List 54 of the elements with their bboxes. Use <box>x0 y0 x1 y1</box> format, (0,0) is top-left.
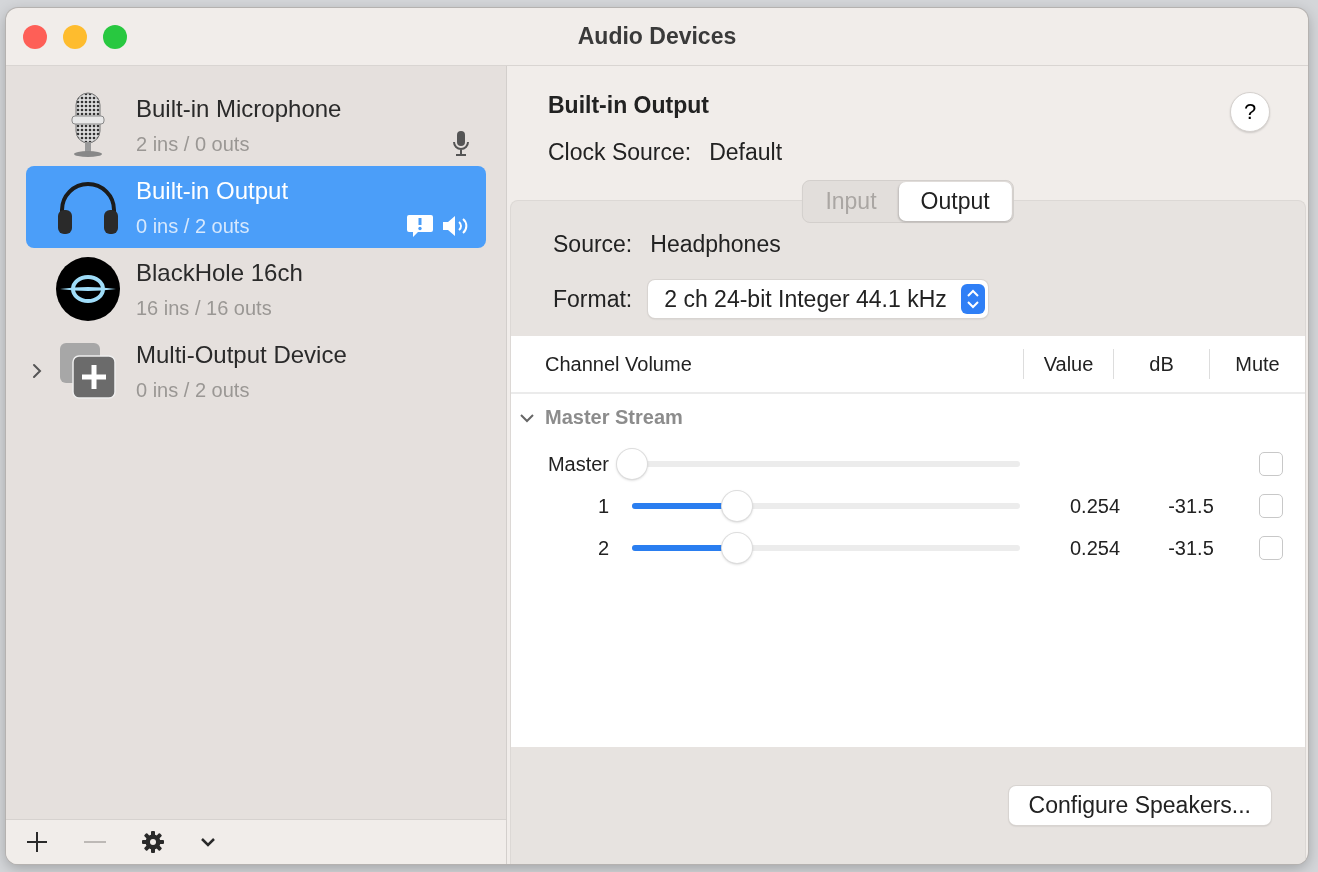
channel-label: 2 <box>596 536 609 560</box>
column-header: Value <box>1043 352 1094 376</box>
disclosure-icon[interactable] <box>31 362 43 380</box>
help-button[interactable]: ? <box>1230 92 1270 132</box>
chevron-down-icon[interactable] <box>200 837 216 847</box>
settings-icon[interactable] <box>142 831 164 853</box>
mute-checkbox[interactable] <box>1259 536 1283 560</box>
device-title: Built-in Output <box>548 92 710 119</box>
close-button[interactable] <box>23 24 47 49</box>
source-value: Headphones <box>650 231 781 258</box>
alert-bubble-icon <box>406 214 434 238</box>
speaker-icon <box>442 215 470 237</box>
channel-label: Master <box>546 452 609 476</box>
format-label: Format: <box>553 285 633 313</box>
mute-checkbox[interactable] <box>1259 494 1283 518</box>
clock-source-value: Default <box>709 139 783 166</box>
channel-db: -31.5 <box>1168 536 1214 559</box>
column-header: Mute <box>1235 352 1280 376</box>
clock-source-label: Clock Source: <box>548 139 692 166</box>
channel-label: 1 <box>596 494 609 518</box>
device-item[interactable]: Multi-Output Device 0 ins / 2 outs <box>26 330 486 412</box>
device-item[interactable]: BlackHole 16ch 16 ins / 16 outs <box>26 248 486 330</box>
stepper-icon <box>960 284 985 314</box>
channel-db: -31.5 <box>1168 494 1214 517</box>
window-title: Audio Devices <box>577 23 737 50</box>
ringed-orb-icon <box>56 257 120 321</box>
multi-device-icon <box>60 343 116 399</box>
add-icon[interactable] <box>26 831 48 853</box>
column-header: Channel Volume <box>545 352 692 376</box>
column-header: dB <box>1149 352 1174 376</box>
device-io-count: 0 ins / 2 outs <box>136 214 251 238</box>
device-item[interactable]: Built-in Microphone 2 ins / 0 outs <box>26 84 486 166</box>
mute-checkbox[interactable] <box>1259 452 1283 476</box>
format-popup[interactable]: 2 ch 24-bit Integer 44.1 kHz <box>648 280 988 318</box>
device-io-count: 2 ins / 0 outs <box>136 132 251 156</box>
minimize-button[interactable] <box>63 24 87 49</box>
group-title: Master Stream <box>545 406 683 429</box>
source-label: Source: <box>553 231 633 258</box>
device-name: Built-in Microphone <box>136 94 343 123</box>
zoom-button[interactable] <box>103 24 127 49</box>
device-io-count: 16 ins / 16 outs <box>136 296 273 320</box>
tab[interactable]: Output <box>898 182 1012 221</box>
slider-thumb[interactable] <box>617 449 647 479</box>
microphone-icon <box>452 130 470 156</box>
channel-value: 0.254 <box>1069 494 1121 517</box>
device-name: Built-in Output <box>136 176 290 205</box>
device-name: Multi-Output Device <box>136 340 348 369</box>
device-name: BlackHole 16ch <box>136 258 304 287</box>
device-io-count: 0 ins / 2 outs <box>136 378 251 402</box>
channel-value: 0.254 <box>1069 536 1121 559</box>
configure-speakers-button[interactable]: Configure Speakers... <box>1008 786 1271 825</box>
slider-thumb[interactable] <box>721 491 752 521</box>
slider-thumb[interactable] <box>721 533 752 563</box>
microphone-icon <box>68 92 108 158</box>
